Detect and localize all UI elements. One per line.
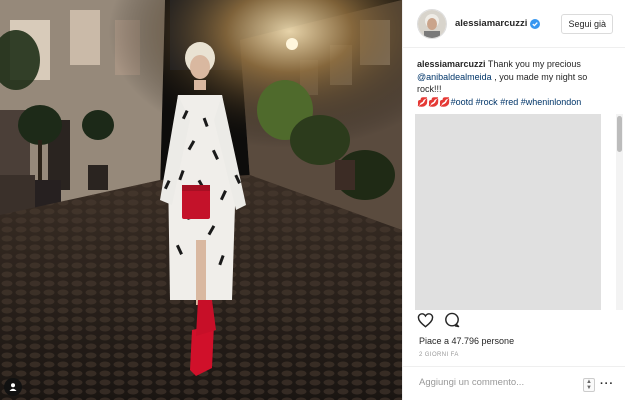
likes-count[interactable]: Piace a 47.796 persone [419, 336, 514, 346]
following-button[interactable]: Segui già [561, 14, 613, 34]
caption-emoji: 💋💋💋 [417, 96, 451, 107]
post-header: alessiamarcuzzi Segui già [403, 0, 625, 48]
more-options-icon[interactable]: ··· [600, 378, 614, 390]
avatar[interactable] [417, 8, 447, 39]
comment-input[interactable] [417, 376, 571, 389]
caption-text-1: Thank you my precious [485, 59, 581, 69]
caption-mention[interactable]: @anibaldealmeida [417, 72, 492, 82]
comments-scrollbar[interactable] [616, 114, 623, 310]
comment-bubble-icon[interactable] [444, 312, 460, 333]
post-side-panel: alessiamarcuzzi Segui già alessiamarcuzz… [402, 0, 625, 400]
post-timestamp: 2 GIORNI FA [419, 352, 459, 358]
post-photo[interactable] [0, 0, 402, 400]
comment-stepper-icon[interactable]: ▲ ▼ [583, 378, 595, 392]
verified-badge-icon [530, 18, 541, 29]
post-caption: alessiamarcuzzi Thank you my precious @a… [417, 58, 613, 108]
caption-username[interactable]: alessiamarcuzzi [417, 59, 486, 69]
hashtag[interactable]: #rock [476, 97, 498, 107]
comments-placeholder [415, 114, 601, 310]
heart-outline-icon[interactable] [417, 312, 434, 333]
post-username[interactable]: alessiamarcuzzi [455, 18, 527, 29]
street-photo-illustration [0, 0, 402, 400]
post-actions [417, 312, 460, 333]
user-tag-icon[interactable] [4, 378, 22, 396]
hashtag[interactable]: #ootd [451, 97, 474, 107]
scrollbar-thumb[interactable] [617, 116, 622, 152]
hashtag[interactable]: #wheninlondon [521, 97, 582, 107]
hashtag[interactable]: #red [500, 97, 518, 107]
comment-bar: ▲▼ ··· [403, 366, 625, 400]
